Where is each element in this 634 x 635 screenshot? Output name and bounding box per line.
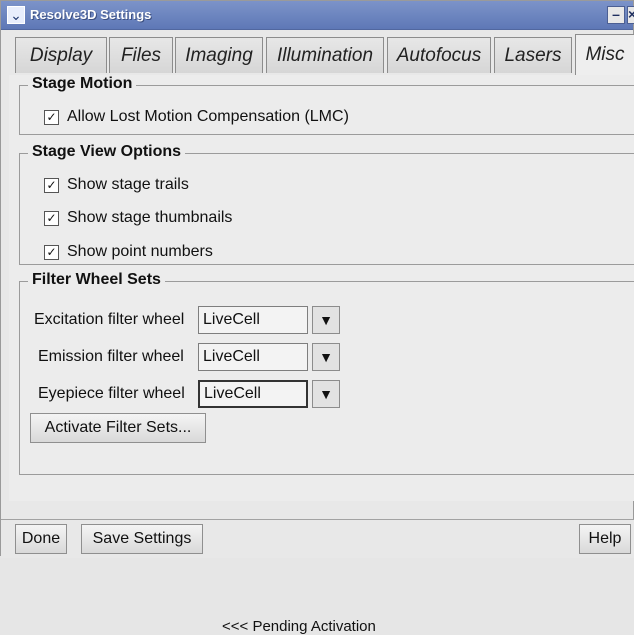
close-button[interactable]: × bbox=[627, 6, 634, 24]
eyepiece-filter-row: Eyepiece filter wheel LiveCell ▼ bbox=[38, 380, 340, 408]
stage-motion-title: Stage Motion bbox=[28, 75, 137, 93]
activate-filter-sets-button[interactable]: Activate Filter Sets... bbox=[30, 413, 206, 443]
chevron-down-icon[interactable]: ⌄ bbox=[7, 6, 25, 24]
stage-thumbnails-label: Show stage thumbnails bbox=[67, 209, 233, 226]
misc-panel: Stage Motion ✓ Allow Lost Motion Compens… bbox=[9, 75, 634, 635]
filter-wheel-sets-title: Filter Wheel Sets bbox=[28, 271, 165, 289]
chevron-down-icon[interactable]: ▼ bbox=[312, 380, 340, 408]
tab-lasers[interactable]: Lasers bbox=[494, 37, 572, 73]
show-stage-thumbnails-option[interactable]: ✓ Show stage thumbnails bbox=[44, 209, 232, 227]
stage-view-group: Stage View Options ✓ Show stage trails ✓… bbox=[19, 143, 634, 265]
show-stage-trails-option[interactable]: ✓ Show stage trails bbox=[44, 176, 189, 194]
stage-view-title: Stage View Options bbox=[28, 143, 186, 161]
stage-thumbnails-checkbox[interactable]: ✓ bbox=[44, 210, 59, 226]
excitation-filter-select[interactable]: LiveCell ▼ bbox=[198, 306, 340, 334]
done-button[interactable]: Done bbox=[15, 524, 67, 554]
footer-bar: Done Save Settings Help bbox=[1, 519, 634, 558]
tab-display[interactable]: Display bbox=[15, 37, 107, 73]
point-numbers-label: Show point numbers bbox=[67, 243, 213, 260]
filter-wheel-sets-group: Filter Wheel Sets Excitation filter whee… bbox=[19, 271, 634, 635]
tab-illumination[interactable]: Illumination bbox=[266, 37, 384, 73]
eyepiece-filter-value[interactable]: LiveCell bbox=[198, 380, 308, 408]
help-button[interactable]: Help bbox=[579, 524, 631, 554]
emission-filter-row: Emission filter wheel LiveCell ▼ bbox=[38, 343, 340, 371]
emission-filter-value[interactable]: LiveCell bbox=[198, 343, 308, 371]
excitation-filter-row: Excitation filter wheel LiveCell ▼ bbox=[34, 306, 340, 334]
show-point-numbers-option[interactable]: ✓ Show point numbers bbox=[44, 243, 213, 261]
lmc-checkbox[interactable]: ✓ bbox=[44, 109, 59, 125]
excitation-filter-label: Excitation filter wheel bbox=[34, 311, 185, 328]
excitation-filter-value[interactable]: LiveCell bbox=[198, 306, 308, 334]
window-title: Resolve3D Settings bbox=[30, 7, 152, 22]
lmc-label: Allow Lost Motion Compensation (LMC) bbox=[67, 108, 349, 125]
lmc-option[interactable]: ✓ Allow Lost Motion Compensation (LMC) bbox=[44, 108, 349, 126]
chevron-down-icon[interactable]: ▼ bbox=[312, 343, 340, 371]
save-settings-button[interactable]: Save Settings bbox=[81, 524, 203, 554]
stage-trails-checkbox[interactable]: ✓ bbox=[44, 177, 59, 193]
emission-filter-select[interactable]: LiveCell ▼ bbox=[198, 343, 340, 371]
eyepiece-filter-select[interactable]: LiveCell ▼ bbox=[198, 380, 340, 408]
settings-window: ⌄ Resolve3D Settings – × Display Files I… bbox=[0, 0, 634, 635]
stage-trails-label: Show stage trails bbox=[67, 176, 189, 193]
emission-filter-label: Emission filter wheel bbox=[38, 348, 184, 365]
chevron-down-icon[interactable]: ▼ bbox=[312, 306, 340, 334]
tab-autofocus[interactable]: Autofocus bbox=[387, 37, 491, 73]
minimize-button[interactable]: – bbox=[607, 6, 625, 24]
stage-motion-group: Stage Motion ✓ Allow Lost Motion Compens… bbox=[19, 75, 634, 135]
title-bar: ⌄ Resolve3D Settings – × bbox=[1, 1, 634, 30]
pending-activation-text: <<< Pending Activation bbox=[222, 618, 376, 635]
point-numbers-checkbox[interactable]: ✓ bbox=[44, 244, 59, 260]
tab-misc[interactable]: Misc bbox=[575, 34, 634, 75]
tab-imaging[interactable]: Imaging bbox=[175, 37, 263, 73]
eyepiece-filter-label: Eyepiece filter wheel bbox=[38, 385, 185, 402]
tab-files[interactable]: Files bbox=[109, 37, 173, 73]
settings-tabs: Display Files Imaging Illumination Autof… bbox=[15, 34, 634, 75]
